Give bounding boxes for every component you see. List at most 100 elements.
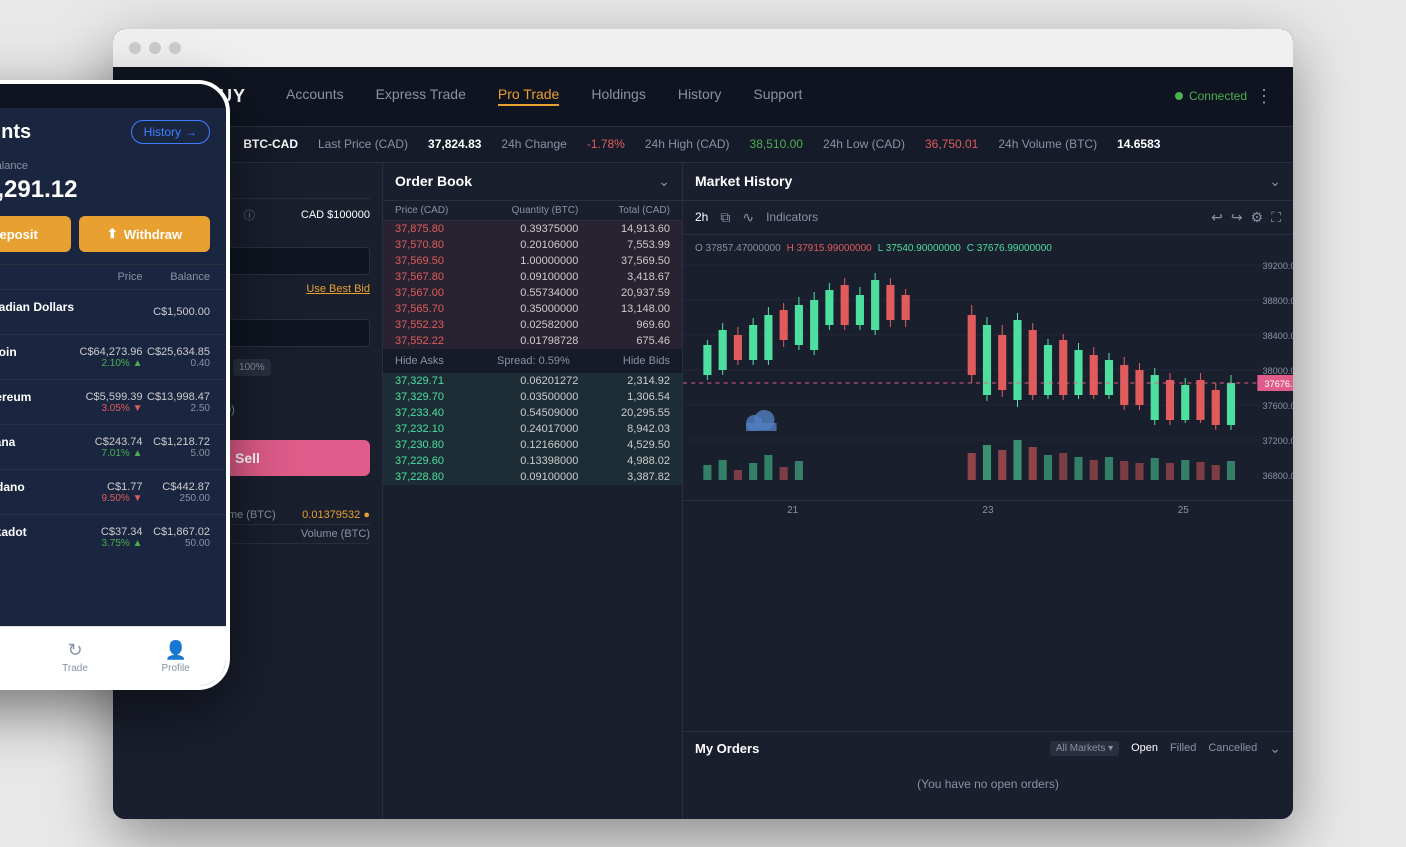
mobile-nav-profile[interactable]: 👤 Profile — [125, 627, 226, 686]
svg-text:38800.00000000: 38800.00000000 — [1263, 296, 1294, 306]
nav-pro-trade[interactable]: Pro Trade — [498, 86, 559, 106]
order-book-chevron-icon[interactable]: ⌄ — [658, 173, 670, 190]
connected-badge: Connected — [1175, 89, 1247, 103]
nav-history[interactable]: History — [678, 86, 722, 106]
history-btn-label: History — [144, 125, 181, 139]
chart-line-type-icon[interactable]: ∿ — [742, 209, 754, 226]
trading-pair[interactable]: BTC-CAD — [243, 137, 298, 151]
close-dot[interactable] — [129, 42, 141, 54]
asset-list: C$ Canadian Dollars CAD C$1,500.00 ₿ Bit… — [0, 289, 226, 559]
ask-row: 37,552.220.01798728675.46 — [383, 333, 682, 349]
mobile-asset-row: Ξ Ethereum ETH C$5,599.39 3.05% ▼ C$13,9… — [0, 379, 226, 424]
assets-col-price: Price — [75, 271, 143, 283]
mobile-history-button[interactable]: History → — [131, 120, 210, 144]
ask-row: 37,875.800.3937500014,913.60 — [383, 221, 682, 237]
mobile-asset-row: ● Polkadot DOT C$37.34 3.75% ▲ C$1,867.0… — [0, 514, 226, 559]
bid-row: 37,232.100.240170008,942.03 — [383, 421, 682, 437]
mobile-balance-section: Total Est. Balance C$74,291.12 ⬇ Deposit… — [0, 152, 226, 264]
asset-info: C$ Canadian Dollars CAD — [0, 298, 75, 326]
svg-text:37600.00000000: 37600.00000000 — [1263, 401, 1294, 411]
connected-dot — [1175, 92, 1183, 100]
asset-amount: 250.00 — [143, 493, 211, 504]
bid-row: 37,329.700.035000001,306.54 — [383, 389, 682, 405]
withdraw-label: Withdraw — [124, 227, 182, 242]
fullscreen-icon[interactable]: ⛶ — [1271, 209, 1281, 226]
asset-amount: 50.00 — [143, 538, 211, 549]
nav-accounts[interactable]: Accounts — [286, 86, 344, 106]
asset-balance: C$1,500.00 — [143, 306, 211, 318]
order-book-panel: Order Book ⌄ Price (CAD) Quantity (BTC) … — [383, 163, 683, 819]
asset-amount: 5.00 — [143, 448, 211, 459]
low-label: 24h Low (CAD) — [823, 137, 905, 151]
chart-bar-type-icon[interactable]: ⧉ — [720, 209, 730, 226]
volume-label: 24h Volume (BTC) — [998, 137, 1097, 151]
high-value: 38,510.00 — [750, 137, 803, 151]
deposit-button[interactable]: ⬇ Deposit — [0, 216, 71, 252]
indicators-button[interactable]: Indicators — [766, 210, 818, 224]
right-panel: Market History ⌄ 2h ⧉ ∿ Indicators ↩ ↪ ⚙… — [683, 163, 1293, 819]
low-value: 36,750.01 — [925, 137, 978, 151]
market-history-header: Market History ⌄ — [683, 163, 1293, 201]
maximize-dot[interactable] — [169, 42, 181, 54]
asset-price: C$5,599.39 — [75, 391, 143, 403]
asset-info: ● Polkadot DOT — [0, 523, 75, 551]
ob-qty-header: Quantity (BTC) — [487, 205, 579, 216]
nav-express-trade[interactable]: Express Trade — [376, 86, 466, 106]
mobile-nav-accounts[interactable]: ⌂ Accounts — [0, 627, 25, 686]
chart-toolbar: 2h ⧉ ∿ Indicators ↩ ↪ ⚙ ⛶ — [683, 201, 1293, 235]
asset-info: Ξ Ethereum ETH — [0, 388, 75, 416]
asset-symbol: BTC — [0, 359, 17, 370]
my-orders-section: My Orders All Markets ▾ Open Filled Canc… — [683, 731, 1293, 819]
orders-tab-filled[interactable]: Filled — [1170, 742, 1196, 754]
mobile-asset-row: ◎ Solana SOL C$243.74 7.01% ▲ C$1,218.72… — [0, 424, 226, 469]
bid-row: 37,329.710.062012722,314.92 — [383, 373, 682, 389]
ohlc-open: O 37857.47000000 — [695, 243, 781, 254]
last-price-value: 37,824.83 — [428, 137, 481, 151]
asset-price: C$64,273.96 — [75, 346, 143, 358]
mobile-nav-trade[interactable]: ↻ Trade — [25, 627, 126, 686]
market-history-chevron-icon[interactable]: ⌄ — [1269, 173, 1281, 190]
ask-row: 37,570.800.201060007,553.99 — [383, 237, 682, 253]
pct-100-btn[interactable]: 100% — [233, 359, 271, 376]
volume-value: 14.6583 — [1117, 137, 1160, 151]
asset-balance: C$442.87 — [143, 481, 211, 493]
withdraw-icon: ⬆ — [107, 226, 118, 242]
minimize-dot[interactable] — [149, 42, 161, 54]
settings-icon[interactable]: ⚙ — [1251, 209, 1264, 226]
asset-change: 2.10% ▲ — [75, 358, 143, 369]
orders-tab-open[interactable]: Open — [1131, 742, 1158, 754]
all-markets-button[interactable]: All Markets ▾ — [1050, 741, 1119, 756]
ob-price-header: Price (CAD) — [395, 205, 487, 216]
app-header: ₿ BITBUY Accounts Express Trade Pro Trad… — [113, 67, 1293, 127]
ask-row: 37,567.800.091000003,418.67 — [383, 269, 682, 285]
nav-support[interactable]: Support — [753, 86, 802, 106]
asset-change: 7.01% ▲ — [75, 448, 143, 459]
purchase-limit-value: CAD $100000 — [301, 209, 370, 221]
asset-change: 9.50% ▼ — [75, 493, 143, 504]
ohlc-low: L 37540.90000000 — [878, 243, 961, 254]
undo-icon[interactable]: ↩ — [1211, 209, 1223, 226]
mobile-app: Accounts History → Total Est. Balance C$… — [0, 80, 230, 690]
chart-timeframe[interactable]: 2h — [695, 210, 708, 224]
redo-icon[interactable]: ↪ — [1231, 209, 1243, 226]
my-orders-title: My Orders — [695, 741, 759, 756]
orders-tab-cancelled[interactable]: Cancelled — [1208, 742, 1257, 754]
history-vol-label-2: Volume (BTC) — [301, 528, 370, 540]
main-content: Limit Market Purchase Limit ⓘ CAD $10000… — [113, 163, 1293, 819]
last-price-label: Last Price (CAD) — [318, 137, 408, 151]
mobile-status-bar — [0, 84, 226, 108]
withdraw-button[interactable]: ⬆ Withdraw — [79, 216, 210, 252]
ohlc-high: H 37915.99000000 — [787, 243, 872, 254]
history-arrow-icon: → — [185, 125, 197, 139]
hide-bids-btn[interactable]: Hide Bids — [623, 355, 670, 367]
menu-dots-icon[interactable]: ⋮ — [1255, 86, 1273, 107]
hide-asks-btn[interactable]: Hide Asks — [395, 355, 444, 367]
history-vol-1: 0.01379532 ● — [302, 509, 370, 521]
nav-holdings[interactable]: Holdings — [591, 86, 645, 106]
bid-rows: 37,329.710.062012722,314.92 37,329.700.0… — [383, 373, 682, 485]
svg-text:38000.00000000: 38000.00000000 — [1263, 366, 1294, 376]
profile-icon: 👤 — [164, 640, 186, 661]
spread-info: Spread: 0.59% — [497, 355, 570, 367]
my-orders-chevron-icon[interactable]: ⌄ — [1269, 740, 1281, 757]
chart-x-axis: 21 23 25 — [683, 500, 1293, 520]
